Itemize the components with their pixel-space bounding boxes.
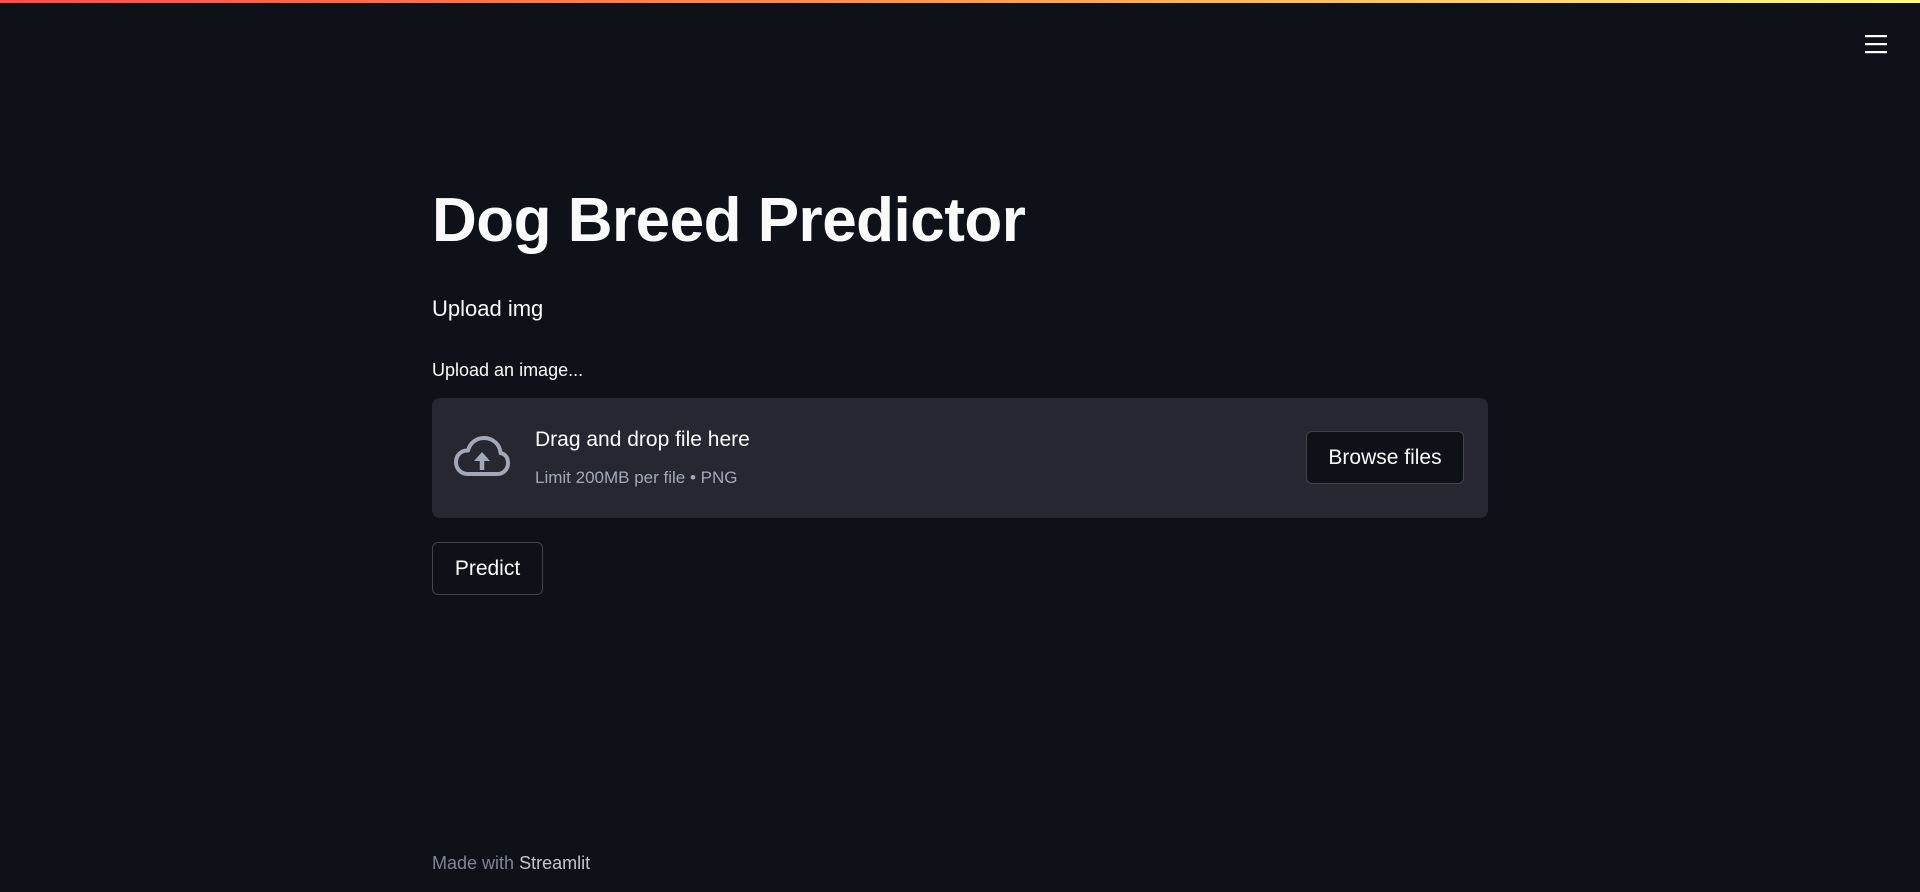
dropzone-instructions: Drag and drop file here (535, 428, 750, 451)
file-uploader-label: Upload an image... (432, 360, 584, 380)
dropzone-file-limit: Limit 200MB per file • PNG (535, 468, 738, 487)
main-menu-button[interactable] (1858, 26, 1894, 62)
footer: Made with Streamlit (432, 851, 590, 875)
predict-button[interactable]: Predict (432, 542, 543, 595)
cloud-upload-icon (454, 436, 510, 476)
browse-files-button[interactable]: Browse files (1306, 431, 1464, 484)
hamburger-menu-icon (1865, 35, 1887, 54)
upload-subheader: Upload img (432, 296, 544, 321)
file-dropzone[interactable]: Drag and drop file here Limit 200MB per … (432, 398, 1488, 518)
page-title: Dog Breed Predictor (432, 186, 1026, 255)
footer-prefix: Made with (432, 853, 515, 873)
streamlit-link[interactable]: Streamlit (519, 853, 590, 873)
top-decoration-bar (0, 0, 1920, 3)
